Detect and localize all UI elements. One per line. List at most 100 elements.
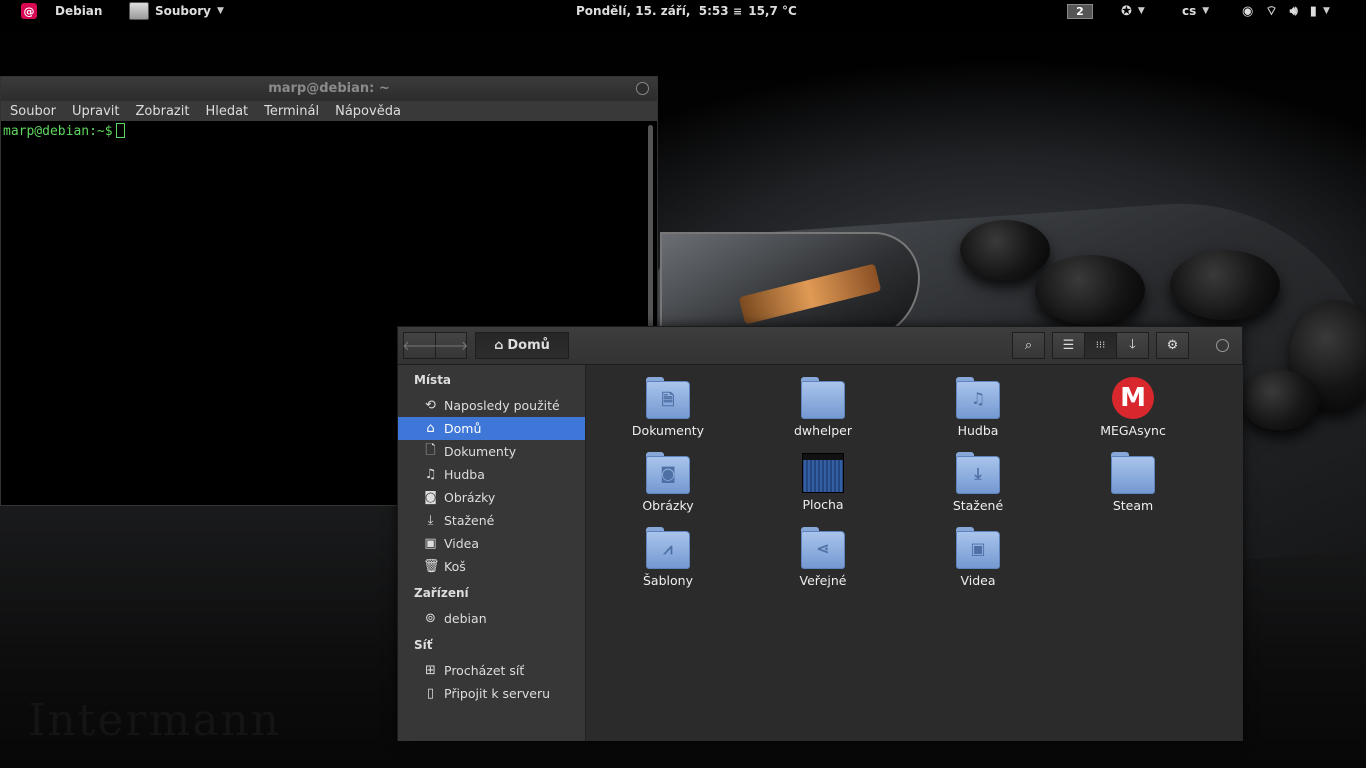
file-label: Obrázky	[642, 498, 694, 513]
terminal-title: marp@debian: ~	[268, 81, 390, 96]
file-grid: 🗎 Dokumenty dwhelper ♫ Hudba M MEGAsync …	[586, 365, 1243, 741]
file-item-obrazky[interactable]: ◙ Obrázky	[603, 450, 733, 522]
file-label: Hudba	[957, 423, 999, 438]
menu-upravit[interactable]: Upravit	[72, 104, 119, 119]
file-item-steam[interactable]: Steam	[1068, 450, 1198, 522]
weather-fog-icon: ≡	[733, 4, 743, 18]
folder-publicshare-icon: ⋖	[801, 527, 845, 569]
sidebar-item-label: Připojit k serveru	[444, 686, 551, 701]
close-icon[interactable]	[636, 82, 649, 95]
file-item-sablony[interactable]: ⩘ Šablony	[603, 525, 733, 597]
accessibility-menu[interactable]: ✪ ▼	[1121, 0, 1145, 22]
workspace-indicator[interactable]: 2	[1067, 0, 1093, 22]
network-heading: Síť	[414, 638, 433, 652]
list-view-button[interactable]: ☰	[1052, 332, 1085, 359]
terminal-scrollbar[interactable]	[648, 125, 653, 330]
sidebar-item-label: Naposledy použité	[444, 398, 560, 413]
places-heading: Místa	[414, 373, 452, 387]
file-label: Veřejné	[799, 573, 847, 588]
terminal-menubar: Soubor Upravit Zobrazit Hledat Terminál …	[1, 101, 657, 121]
app-menu-label: Soubory	[155, 4, 212, 18]
status-tray[interactable]: ◉ ⌔ 🔊︎ ▮ ▼	[1242, 0, 1330, 22]
sidebar-item-label: Hudba	[444, 467, 485, 482]
file-item-verejne[interactable]: ⋖ Veřejné	[758, 525, 888, 597]
sidebar-item-trash[interactable]: 🗑 Koš	[398, 555, 585, 578]
grid-view-icon: ⁝⁝⁝	[1095, 340, 1106, 351]
trash-icon: 🗑	[423, 559, 440, 574]
folder-download-icon: ⤓	[956, 452, 1000, 494]
file-manager-window: 🡐 🡒 ⌂ Domů ⌕ ☰ ⁝⁝⁝ 🡓 ⚙ Místa ⟲ Naposledy…	[397, 326, 1243, 741]
activities-button[interactable]: @ Debian	[21, 0, 102, 22]
download-icon: ⤓	[427, 513, 434, 528]
sidebar-item-recent[interactable]: ⟲ Naposledy použité	[398, 394, 585, 417]
network-icon: ⊞	[425, 663, 436, 678]
file-label: Steam	[1112, 498, 1154, 513]
file-item-megasync[interactable]: M MEGAsync	[1068, 375, 1198, 447]
file-label: Šablony	[643, 573, 693, 588]
top-panel: @ Debian Soubory ▼ Pondělí, 15. září, 5:…	[0, 0, 1366, 22]
sidebar-item-videos[interactable]: ▣ Videa	[398, 532, 585, 555]
folder-music-icon: ♫	[956, 377, 1000, 419]
sidebar-item-music[interactable]: ♫ Hudba	[398, 463, 585, 486]
list-view-icon: ☰	[1062, 338, 1075, 353]
search-button[interactable]: ⌕	[1012, 332, 1045, 359]
app-menu[interactable]: Soubory ▼	[129, 0, 224, 22]
home-icon: ⌂	[426, 421, 435, 436]
keyboard-layout-menu[interactable]: cs ▼	[1182, 0, 1209, 22]
file-item-stazene[interactable]: ⤓ Stažené	[913, 450, 1043, 522]
workspace-number: 2	[1067, 3, 1093, 19]
terminal-prompt: marp@debian:~$	[3, 124, 113, 139]
file-item-dwhelper[interactable]: dwhelper	[758, 375, 888, 447]
path-home-button[interactable]: ⌂ Domů	[475, 332, 569, 359]
grid-view-button[interactable]: ⁝⁝⁝	[1084, 332, 1117, 359]
forward-button[interactable]: 🡒	[434, 332, 468, 359]
record-icon: ◉	[1242, 3, 1254, 19]
close-icon[interactable]	[1216, 339, 1229, 352]
back-button[interactable]: 🡐	[402, 332, 437, 359]
sidebar-item-pictures[interactable]: ◙ Obrázky	[398, 486, 585, 509]
sidebar-item-label: Procházet síť	[444, 663, 525, 678]
sidebar-item-connect-server[interactable]: ▯ Připojit k serveru	[398, 682, 585, 705]
weather-indicator[interactable]: ≡ 15,7 °C	[733, 0, 797, 22]
arrow-down-icon: 🡓	[1129, 336, 1136, 352]
sidebar-item-debian[interactable]: ⊚ debian	[398, 607, 585, 630]
wifi-icon: ⌔	[1265, 4, 1278, 19]
folder-videos-icon: ▣	[956, 527, 1000, 569]
file-manager-toolbar: 🡐 🡒 ⌂ Domů ⌕ ☰ ⁝⁝⁝ 🡓 ⚙	[398, 327, 1242, 365]
menu-zobrazit[interactable]: Zobrazit	[135, 104, 189, 119]
file-label: Videa	[960, 573, 996, 588]
menu-soubor[interactable]: Soubor	[10, 104, 56, 119]
server-icon: ▯	[426, 686, 435, 701]
debian-logo-icon: @	[21, 3, 37, 19]
view-options-button[interactable]: 🡓	[1116, 332, 1149, 359]
video-camera-icon: ▣	[424, 536, 437, 551]
clock[interactable]: Pondělí, 15. září, 5:53	[576, 0, 729, 22]
menu-napoveda[interactable]: Nápověda	[335, 104, 401, 119]
file-item-dokumenty[interactable]: 🗎 Dokumenty	[603, 375, 733, 447]
file-item-plocha[interactable]: Plocha	[758, 450, 888, 522]
file-label: Dokumenty	[631, 423, 705, 438]
sidebar-item-documents[interactable]: 🗋 Dokumenty	[398, 440, 585, 463]
recent-icon: ⟲	[425, 398, 436, 413]
gear-icon: ⚙	[1166, 338, 1179, 353]
terminal-titlebar[interactable]: marp@debian: ~	[1, 77, 657, 101]
folder-pictures-icon: ◙	[646, 452, 690, 494]
sidebar-item-downloads[interactable]: ⤓ Stažené	[398, 509, 585, 532]
megasync-icon: M	[1112, 377, 1154, 419]
document-icon: 🗋	[425, 442, 436, 458]
file-item-hudba[interactable]: ♫ Hudba	[913, 375, 1043, 447]
places-sidebar: Místa ⟲ Naposledy použité ⌂ Domů 🗋 Dokum…	[398, 365, 586, 741]
menu-hledat[interactable]: Hledat	[205, 104, 248, 119]
folder-icon	[801, 377, 845, 419]
activities-label: Debian	[55, 4, 103, 18]
sidebar-item-home[interactable]: ⌂ Domů	[398, 417, 585, 440]
path-label: Domů	[507, 338, 550, 353]
sidebar-item-browse-network[interactable]: ⊞ Procházet síť	[398, 659, 585, 682]
file-item-videa[interactable]: ▣ Videa	[913, 525, 1043, 597]
file-label: Plocha	[802, 497, 844, 512]
folder-templates-icon: ⩘	[646, 527, 690, 569]
language-label: cs	[1182, 4, 1197, 18]
settings-menu-button[interactable]: ⚙	[1156, 332, 1189, 359]
menu-terminal[interactable]: Terminál	[264, 104, 319, 119]
chevron-down-icon: ▼	[1137, 6, 1145, 16]
